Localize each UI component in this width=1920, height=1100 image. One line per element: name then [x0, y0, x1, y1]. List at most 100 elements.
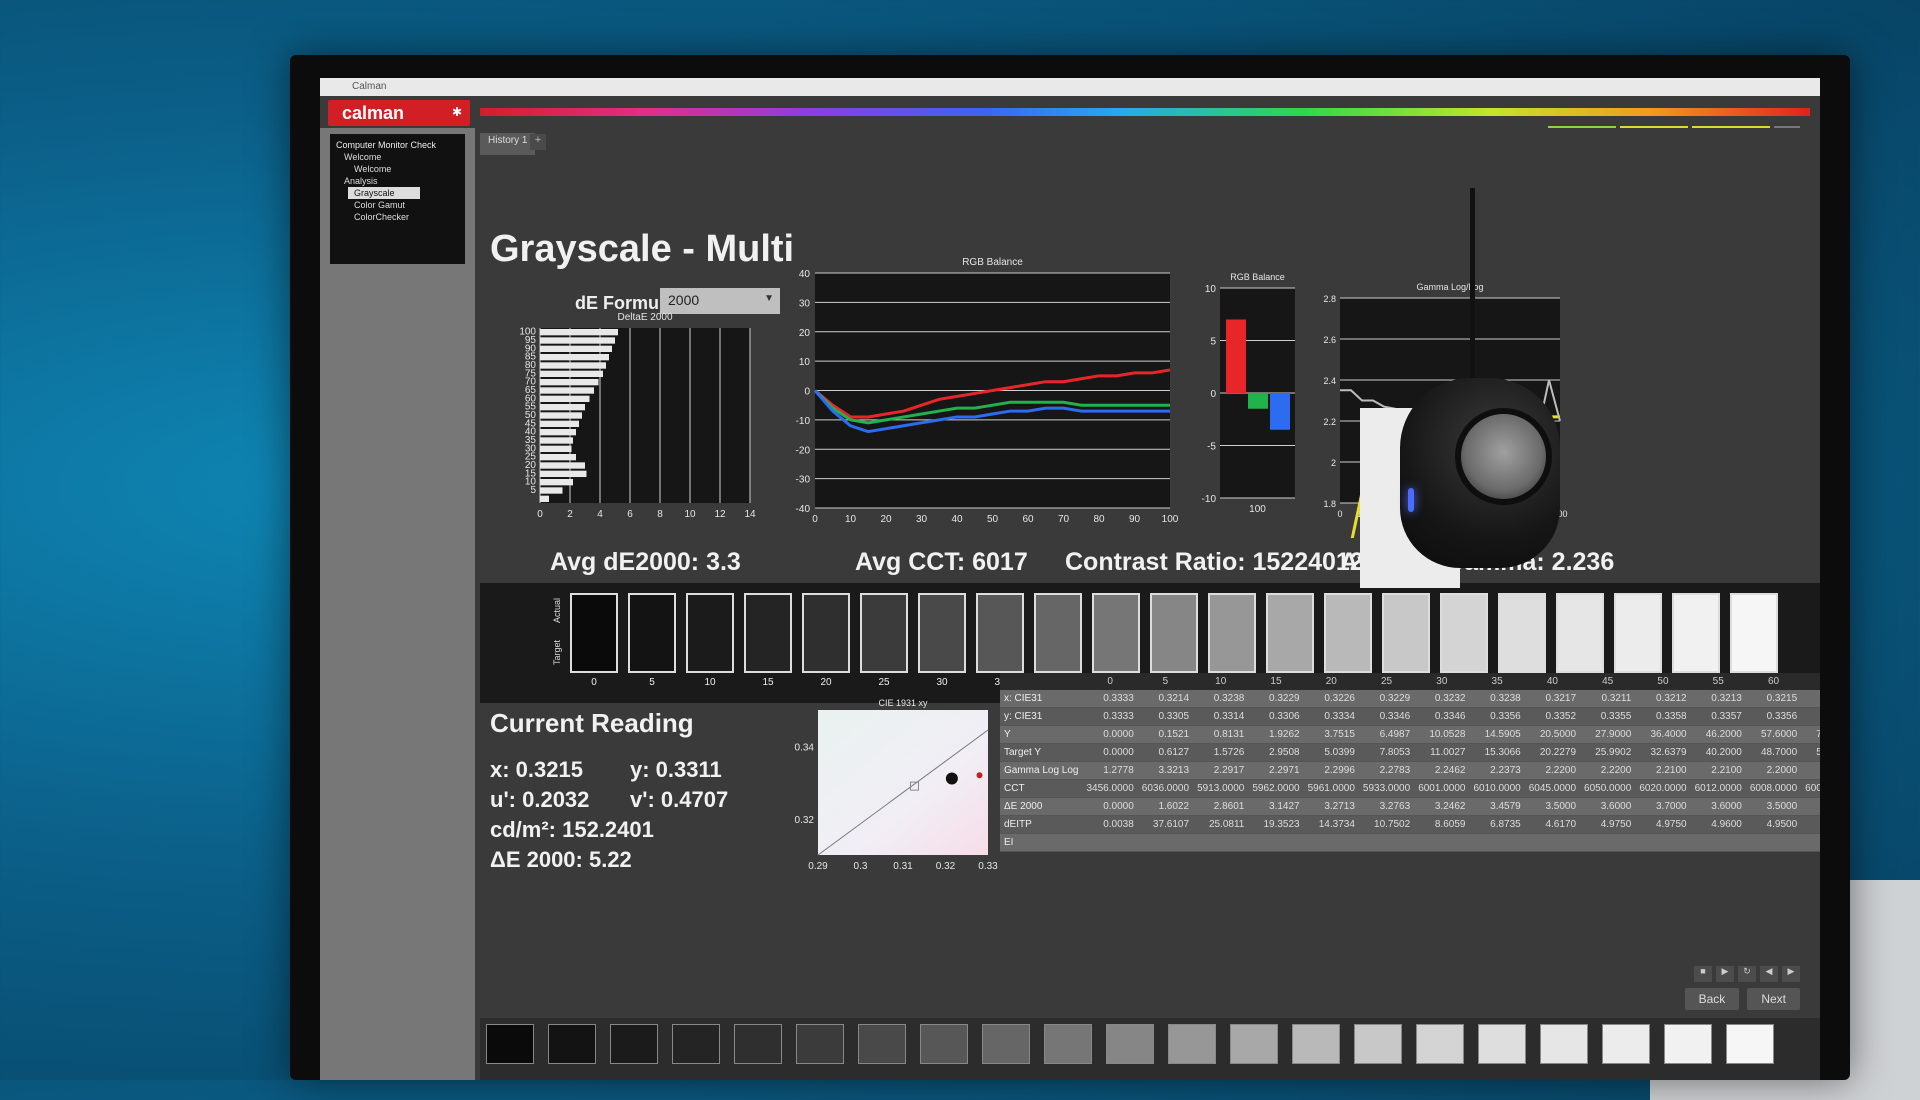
gray-swatch-85[interactable] — [1556, 593, 1604, 673]
table-row[interactable]: y: CIE31 0.3333 0.3305 0.3314 0.3306 0.3334 0.… — [1000, 707, 1820, 726]
cie-chart-svg: CIE 1931 xy 0.29 0.3 0.31 0.32 0.33 0.34 0.32 — [795, 698, 999, 872]
gray-swatch-label: 30 — [936, 677, 948, 688]
swatch-row-label-actual: Actual — [552, 597, 562, 623]
tree-item-welcome-page[interactable]: Welcome — [330, 163, 465, 175]
y-tick-label: 2 — [1331, 458, 1336, 468]
table-cell: 0.3214 — [1137, 690, 1194, 708]
table-cell: 6008.0000 — [1745, 779, 1802, 798]
tab-history-1[interactable]: History 1 — [480, 133, 536, 155]
gray-swatch-80[interactable] — [1498, 593, 1546, 673]
gray-swatch-20[interactable] — [802, 593, 850, 673]
table-cell: 0.1521 — [1137, 725, 1194, 744]
app-logo-bar[interactable]: calman ✱ — [328, 100, 470, 126]
gray-swatch-0[interactable] — [570, 593, 618, 673]
stop-icon[interactable]: ■ — [1694, 966, 1712, 982]
history-swatch[interactable] — [858, 1024, 906, 1064]
gray-swatch-65[interactable] — [1324, 593, 1372, 673]
data-table-wrap[interactable]: 0510152025303540455055606570758085909510… — [1000, 673, 1820, 852]
play-icon[interactable]: ▶ — [1716, 966, 1734, 982]
table-row[interactable]: ΔE 2000 0.0000 1.6022 2.8601 3.1427 3.2713 3.2… — [1000, 797, 1820, 816]
next-button[interactable]: Next — [1747, 988, 1800, 1010]
table-row[interactable]: x: CIE31 0.3333 0.3214 0.3238 0.3229 0.3226 0.… — [1000, 690, 1820, 708]
history-swatch[interactable] — [1230, 1024, 1278, 1064]
reading-x: x: 0.3215 — [490, 757, 583, 782]
table-cell: 46.2000 — [1690, 725, 1746, 744]
history-swatch[interactable] — [1168, 1024, 1216, 1064]
history-swatch[interactable] — [1292, 1024, 1340, 1064]
tree-root[interactable]: Computer Monitor Check — [330, 134, 465, 151]
table-row[interactable]: Target Y 0.0000 0.6127 1.5726 2.9508 5.0399 7.… — [1000, 743, 1820, 762]
gray-swatch-15[interactable] — [744, 593, 792, 673]
gray-swatch-70[interactable] — [1382, 593, 1430, 673]
table-cell: 6010.0000 — [1469, 779, 1525, 798]
history-swatch[interactable] — [1478, 1024, 1526, 1064]
tree-item-grayscale[interactable]: Grayscale — [348, 187, 420, 199]
history-swatch[interactable] — [982, 1024, 1030, 1064]
gray-swatch-60[interactable] — [1266, 593, 1314, 673]
history-swatch[interactable] — [796, 1024, 844, 1064]
history-swatch[interactable] — [1664, 1024, 1712, 1064]
table-row[interactable]: Gamma Log Log 1.2778 3.3213 2.2917 2.2971 2.2… — [1000, 761, 1820, 780]
back-button[interactable]: Back — [1684, 988, 1740, 1010]
reading-y: y: 0.3311 — [630, 757, 722, 782]
table-row[interactable]: Y 0.0000 0.1521 0.8131 1.9262 3.7515 6.4987 10.… — [1000, 725, 1820, 744]
gray-swatch-35[interactable] — [976, 593, 1024, 673]
table-cell: 3.2462 — [1414, 797, 1470, 816]
logo-menu-icon[interactable]: ✱ — [452, 105, 462, 119]
bar — [540, 387, 594, 394]
gray-swatch-50[interactable] — [1150, 593, 1198, 673]
history-swatch[interactable] — [548, 1024, 596, 1064]
history-swatch[interactable] — [1602, 1024, 1650, 1064]
table-row[interactable]: dEITP 0.0038 37.6107 25.0811 19.3523 14.3734 1… — [1000, 815, 1820, 834]
history-swatch[interactable] — [1106, 1024, 1154, 1064]
history-swatch[interactable] — [1354, 1024, 1402, 1064]
table-cell: 3.7515 — [1303, 725, 1359, 744]
history-swatch[interactable] — [1540, 1024, 1588, 1064]
table-row[interactable]: CCT 3456.0000 6036.0000 5913.0000 5962.0000 5… — [1000, 779, 1820, 798]
gray-swatch-10[interactable] — [686, 593, 734, 673]
gray-swatch-95[interactable] — [1672, 593, 1720, 673]
gray-swatch-90[interactable] — [1614, 593, 1662, 673]
gray-swatch-25[interactable] — [860, 593, 908, 673]
gray-swatch-5[interactable] — [628, 593, 676, 673]
table-row[interactable]: EI — [1000, 833, 1820, 852]
bar — [540, 362, 606, 369]
table-cell: 2.2100 — [1690, 761, 1746, 780]
gray-swatch-100[interactable] — [1730, 593, 1778, 673]
workflow-tree: Computer Monitor Check Welcome Welcome A… — [330, 134, 465, 264]
gray-swatch-55[interactable] — [1208, 593, 1256, 673]
history-swatch[interactable] — [486, 1024, 534, 1064]
loop-icon[interactable]: ↻ — [1738, 966, 1756, 982]
tree-item-welcome[interactable]: Welcome — [330, 151, 465, 163]
history-swatch[interactable] — [1044, 1024, 1092, 1064]
y-tick-label: 5 — [530, 485, 536, 496]
gray-swatch-75[interactable] — [1440, 593, 1488, 673]
history-swatch[interactable] — [734, 1024, 782, 1064]
reading-history-strip — [480, 1018, 1820, 1080]
gray-swatch-30[interactable] — [918, 593, 966, 673]
prev-icon[interactable]: ◀ — [1760, 966, 1778, 982]
gray-swatch-label: 5 — [649, 677, 655, 688]
table-cell: 10.7502 — [1358, 815, 1415, 834]
history-swatch[interactable] — [1416, 1024, 1464, 1064]
table-cell — [1635, 833, 1691, 852]
tree-item-color-gamut[interactable]: Color Gamut — [330, 199, 465, 211]
history-swatch[interactable] — [672, 1024, 720, 1064]
x-tick-label: 0.33 — [978, 861, 998, 872]
gray-swatch-label: 0 — [591, 677, 597, 688]
table-cell: 4.6170 — [1524, 815, 1581, 834]
gray-swatch-40[interactable] — [1034, 593, 1082, 673]
tree-item-colorchecker[interactable]: ColorChecker — [330, 211, 465, 223]
table-cell: 0.3334 — [1303, 707, 1359, 726]
y-tick-label: 2.6 — [1323, 335, 1336, 345]
table-cell: 32.6379 — [1635, 743, 1691, 762]
history-swatch[interactable] — [610, 1024, 658, 1064]
next-small-icon[interactable]: ▶ — [1782, 966, 1800, 982]
gray-swatch-45[interactable] — [1092, 593, 1140, 673]
history-swatch[interactable] — [920, 1024, 968, 1064]
history-swatch[interactable] — [1726, 1024, 1774, 1064]
add-tab-button[interactable]: + — [530, 134, 546, 150]
tree-item-analysis[interactable]: Analysis — [330, 175, 465, 187]
table-cell: 0.3333 — [1082, 690, 1138, 708]
table-cell: 3.7000 — [1635, 797, 1691, 816]
